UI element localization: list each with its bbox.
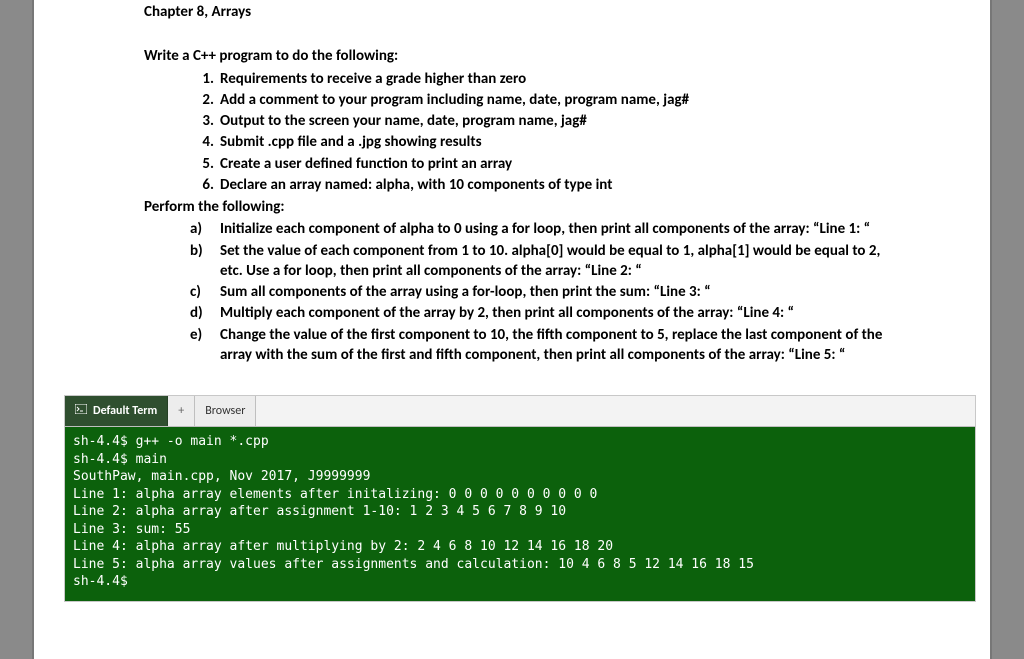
- tab-default-term[interactable]: Default Term: [65, 396, 168, 426]
- terminal-line: sh-4.4$: [73, 574, 128, 589]
- document-page: Chapter 8, Arrays Write a C++ program to…: [32, 0, 992, 659]
- plus-icon: +: [178, 403, 184, 419]
- list-marker: 4.: [194, 132, 214, 152]
- terminal-line: Line 2: alpha array after assignment 1-1…: [73, 504, 566, 519]
- tab-label: Browser: [205, 403, 245, 419]
- list-marker: 5.: [194, 154, 214, 174]
- list-item: 4. Submit .cpp file and a .jpg showing re…: [194, 132, 960, 152]
- chapter-title: Chapter 8, Arrays: [64, 0, 960, 22]
- terminal-line: sh-4.4$ g++ -o main *.cpp: [73, 434, 269, 449]
- list-marker: d): [190, 303, 203, 323]
- numbered-list: 1. Requirements to receive a grade higher…: [64, 69, 960, 196]
- terminal-line: Line 4: alpha array after multiplying by…: [73, 539, 613, 554]
- terminal-line: Line 5: alpha array values after assignm…: [73, 557, 754, 572]
- terminal-line: SouthPaw, main.cpp, Nov 2017, J9999999: [73, 469, 370, 484]
- list-text: Add a comment to your program including …: [220, 91, 689, 109]
- terminal-tab-bar: Default Term + Browser: [65, 396, 975, 427]
- list-marker: 1.: [194, 69, 214, 89]
- list-marker: c): [190, 282, 201, 302]
- list-item: 3. Output to the screen your name, date, …: [194, 111, 960, 131]
- terminal-window: Default Term + Browser sh-4.4$ g++ -o ma…: [64, 395, 976, 602]
- list-item: 6. Declare an array named: alpha, with 10…: [194, 175, 960, 195]
- tab-browser[interactable]: Browser: [195, 396, 256, 426]
- list-item: 2. Add a comment to your program includin…: [194, 90, 960, 110]
- list-text: Output to the screen your name, date, pr…: [220, 112, 587, 130]
- list-marker: 3.: [194, 111, 214, 131]
- list-text: Multiply each component of the array by …: [220, 304, 794, 322]
- list-item: b) Set the value of each component from 1…: [172, 241, 900, 282]
- list-item: 1. Requirements to receive a grade higher…: [194, 69, 960, 89]
- tab-add-button[interactable]: +: [168, 396, 195, 426]
- list-item: e) Change the value of the first componen…: [172, 325, 900, 366]
- list-marker: 2.: [194, 90, 214, 110]
- list-text: Submit .cpp file and a .jpg showing resu…: [220, 133, 482, 151]
- list-item: d) Multiply each component of the array b…: [172, 303, 900, 323]
- list-marker: b): [190, 241, 203, 261]
- terminal-icon: [75, 404, 87, 419]
- list-marker: 6.: [194, 175, 214, 195]
- list-item: c) Sum all components of the array using …: [172, 282, 900, 302]
- list-item: 5. Create a user defined function to prin…: [194, 154, 960, 174]
- terminal-line: sh-4.4$ main: [73, 452, 167, 467]
- list-marker: e): [190, 325, 202, 345]
- terminal-line: Line 3: sum: 55: [73, 522, 190, 537]
- list-text: Change the value of the first component …: [220, 326, 882, 364]
- list-text: Initialize each component of alpha to 0 …: [220, 220, 870, 238]
- lettered-list: a) Initialize each component of alpha to …: [64, 219, 960, 365]
- list-text: Set the value of each component from 1 t…: [220, 242, 880, 280]
- terminal-output[interactable]: sh-4.4$ g++ -o main *.cpp sh-4.4$ main S…: [65, 427, 975, 601]
- perform-heading: Perform the following:: [64, 197, 960, 217]
- list-item: a) Initialize each component of alpha to …: [172, 219, 900, 239]
- terminal-line: Line 1: alpha array elements after inita…: [73, 487, 597, 502]
- list-text: Declare an array named: alpha, with 10 c…: [220, 176, 612, 194]
- intro-text: Write a C++ program to do the following:: [64, 46, 960, 66]
- list-text: Requirements to receive a grade higher t…: [220, 70, 526, 88]
- list-text: Create a user defined function to print …: [220, 155, 512, 173]
- list-marker: a): [190, 219, 202, 239]
- tab-label: Default Term: [93, 403, 157, 419]
- list-text: Sum all components of the array using a …: [220, 283, 711, 301]
